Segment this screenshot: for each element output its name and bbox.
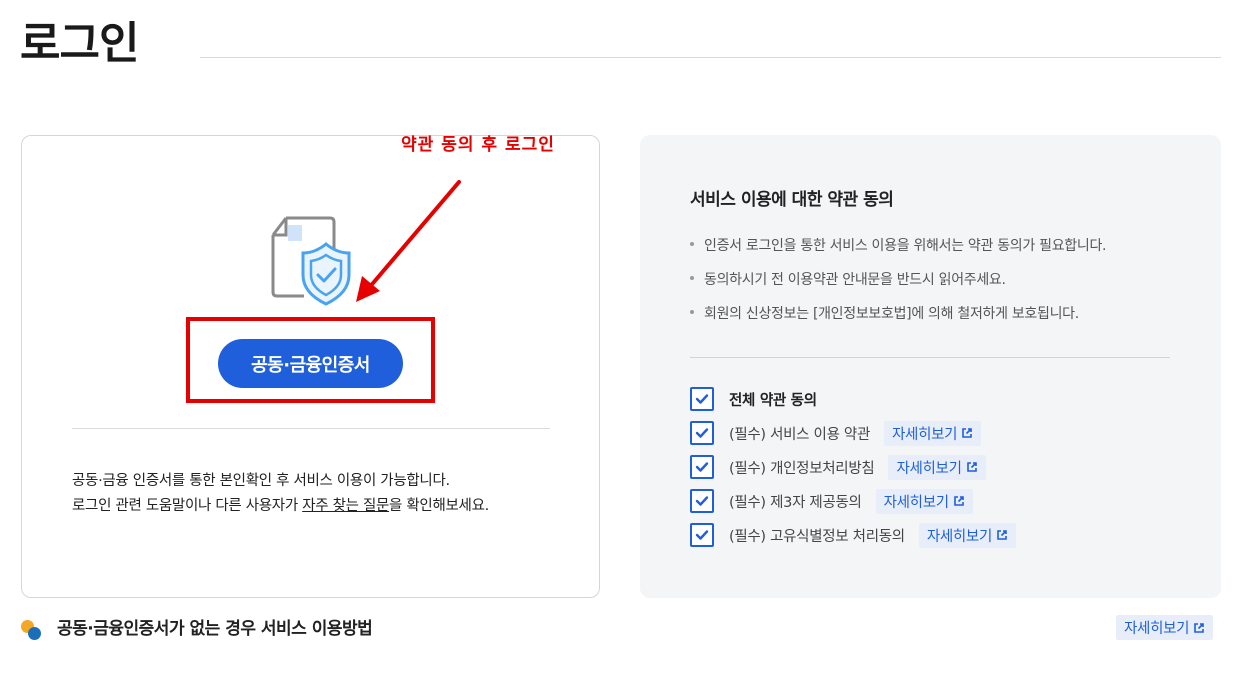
- check-icon: [695, 428, 709, 438]
- detail-link-label: 자세히보기: [896, 460, 962, 477]
- page-title: 로그인: [20, 18, 139, 69]
- service-terms-detail-link[interactable]: 자세히보기: [884, 420, 982, 446]
- certificate-shield-icon: [271, 216, 351, 306]
- detail-link-label: 자세히보기: [926, 528, 993, 545]
- detail-link-label: 자세히보기: [892, 426, 958, 443]
- faq-link[interactable]: 자주 찾는 질문: [302, 498, 389, 514]
- dots-icon: [21, 620, 41, 640]
- agree-row-privacy-policy: (필수) 개인정보처리방침 자세히보기: [690, 454, 986, 480]
- check-icon: [695, 462, 709, 472]
- agree-all-checkbox[interactable]: [690, 387, 714, 411]
- notice-text: 동의하시기 전 이용약관 안내문을 반드시 읽어주세요.: [704, 272, 1006, 288]
- terms-divider: [690, 357, 1170, 358]
- help-text-2: 로그인 관련 도움말이나 다른 사용자가 자주 찾는 질문을 확인해보세요.: [72, 496, 489, 516]
- agree-third-party-checkbox[interactable]: [690, 489, 714, 513]
- agree-unique-id-label: (필수) 고유식별정보 처리동의: [729, 528, 905, 545]
- agree-row-third-party: (필수) 제3자 제공동의 자세히보기: [690, 488, 973, 514]
- notice-item: 동의하시기 전 이용약관 안내문을 반드시 읽어주세요.: [690, 270, 1006, 290]
- agree-row-service-terms: (필수) 서비스 이용 약관 자세히보기: [690, 420, 982, 446]
- help-text-1: 공동·금융 인증서를 통한 본인확인 후 서비스 이용이 가능합니다.: [72, 473, 450, 489]
- notice-item: 회원의 신상정보는 [개인정보보호법]에 의해 철저하게 보호됩니다.: [690, 304, 1079, 324]
- help-text-2-prefix: 로그인 관련 도움말이나 다른 사용자가: [72, 498, 303, 514]
- annotation-label: 약관 동의 후 로그인: [401, 135, 555, 155]
- check-icon: [695, 394, 709, 404]
- check-icon: [695, 530, 709, 540]
- detail-link-label: 자세히보기: [1124, 621, 1190, 637]
- agree-privacy-policy-checkbox[interactable]: [690, 455, 714, 479]
- privacy-policy-detail-link[interactable]: 자세히보기: [888, 454, 986, 480]
- title-divider: [200, 57, 1221, 58]
- notice-text: 인증서 로그인을 통한 서비스 이용을 위해서는 약관 동의가 필요합니다.: [704, 238, 1107, 254]
- bullet-icon: [690, 310, 694, 314]
- agree-service-terms-checkbox[interactable]: [690, 421, 714, 445]
- terms-heading: 서비스 이용에 대한 약관 동의: [690, 190, 894, 210]
- agree-row-unique-id: (필수) 고유식별정보 처리동의 자세히보기: [690, 522, 1017, 548]
- agree-unique-id-checkbox[interactable]: [690, 523, 714, 547]
- agree-privacy-policy-label: (필수) 개인정보처리방침: [729, 460, 875, 477]
- external-link-icon: [997, 530, 1007, 540]
- detail-link-label: 자세히보기: [883, 494, 950, 511]
- certificate-login-button[interactable]: 공동·금융인증서: [218, 339, 403, 388]
- help-text-2-suffix: 을 확인해보세요.: [389, 498, 489, 514]
- no-certificate-detail-link[interactable]: 자세히보기: [1116, 615, 1214, 640]
- agree-service-terms-label: (필수) 서비스 이용 약관: [729, 426, 871, 443]
- unique-id-detail-link[interactable]: 자세히보기: [918, 522, 1017, 548]
- external-link-icon: [953, 496, 964, 506]
- agree-all-label: 전체 약관 동의: [729, 392, 817, 409]
- notice-text: 회원의 신상정보는 [개인정보보호법]에 의해 철저하게 보호됩니다.: [704, 306, 1079, 322]
- agree-all-row: 전체 약관 동의: [690, 387, 817, 411]
- external-link-icon: [966, 462, 977, 472]
- third-party-detail-link[interactable]: 자세히보기: [875, 488, 973, 514]
- bullet-icon: [690, 276, 694, 280]
- external-link-icon: [1194, 622, 1205, 633]
- external-link-icon: [962, 428, 973, 438]
- notice-item: 인증서 로그인을 통한 서비스 이용을 위해서는 약관 동의가 필요합니다.: [690, 236, 1106, 256]
- bullet-icon: [690, 242, 694, 246]
- agree-third-party-label: (필수) 제3자 제공동의: [729, 494, 862, 511]
- no-certificate-title: 공동·금융인증서가 없는 경우 서비스 이용방법: [57, 619, 373, 639]
- check-icon: [695, 496, 709, 506]
- card-divider: [72, 428, 550, 429]
